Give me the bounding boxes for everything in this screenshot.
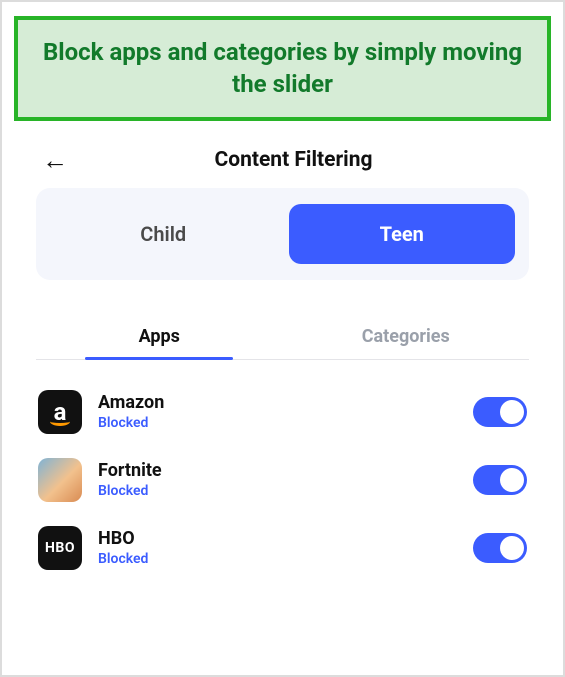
- callout-text: Block apps and categories by simply movi…: [38, 36, 527, 101]
- app-name: Fortnite: [98, 460, 457, 481]
- apps-list: a Amazon Blocked Fortnite Blocked HBO HB: [36, 378, 529, 582]
- screen: ← Content Filtering Child Teen Apps Cate…: [14, 139, 551, 582]
- callout-box: Block apps and categories by simply movi…: [14, 16, 551, 121]
- toggle-switch[interactable]: [473, 465, 527, 495]
- tab-categories[interactable]: Categories: [283, 316, 530, 359]
- tabs: Apps Categories: [36, 316, 529, 360]
- toggle-switch[interactable]: [473, 397, 527, 427]
- fortnite-icon: [38, 458, 82, 502]
- list-item: a Amazon Blocked: [36, 378, 529, 446]
- amazon-icon: a: [38, 390, 82, 434]
- list-item: HBO HBO Blocked: [36, 514, 529, 582]
- segment-control: Child Teen: [36, 188, 529, 280]
- segment-child[interactable]: Child: [50, 204, 277, 264]
- page-title: Content Filtering: [58, 148, 529, 172]
- app-status: Blocked: [98, 415, 457, 431]
- app-text: Fortnite Blocked: [98, 460, 457, 499]
- list-item: Fortnite Blocked: [36, 446, 529, 514]
- app-name: HBO: [98, 528, 457, 549]
- hbo-icon: HBO: [38, 526, 82, 570]
- app-text: HBO Blocked: [98, 528, 457, 567]
- screenshot-frame: Block apps and categories by simply movi…: [0, 0, 565, 677]
- header: ← Content Filtering: [36, 139, 529, 188]
- tab-apps[interactable]: Apps: [36, 316, 283, 359]
- app-status: Blocked: [98, 483, 457, 499]
- app-text: Amazon Blocked: [98, 392, 457, 431]
- toggle-switch[interactable]: [473, 533, 527, 563]
- app-status: Blocked: [98, 551, 457, 567]
- app-name: Amazon: [98, 392, 457, 413]
- segment-teen[interactable]: Teen: [289, 204, 516, 264]
